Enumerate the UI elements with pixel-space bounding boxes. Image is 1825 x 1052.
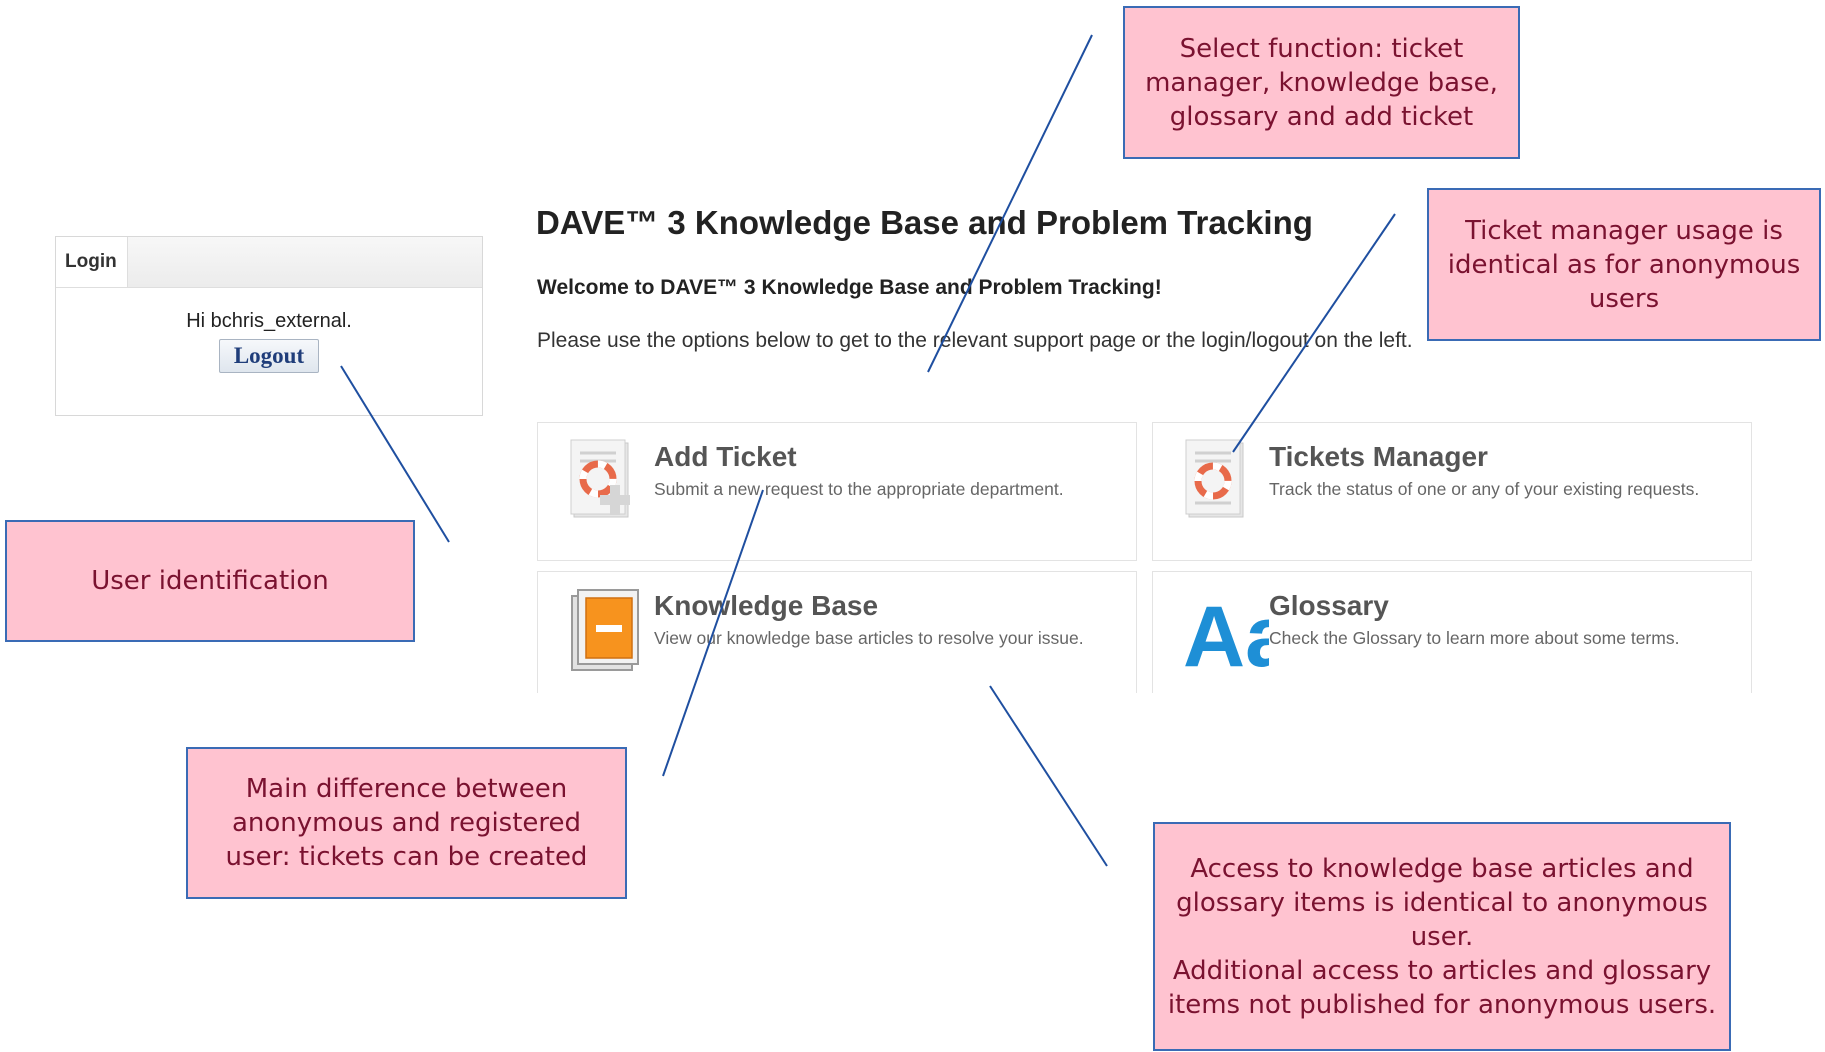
tickets-manager-card[interactable]: Tickets Manager Track the status of one … xyxy=(1152,422,1752,561)
add-ticket-description: Submit a new request to the appropriate … xyxy=(654,479,1064,499)
glossary-description: Check the Glossary to learn more about s… xyxy=(1269,628,1680,648)
page-title: DAVE™ 3 Knowledge Base and Problem Track… xyxy=(536,204,1313,241)
tickets-manager-description: Track the status of one or any of your e… xyxy=(1269,479,1700,499)
callout-access: Access to knowledge base articles and gl… xyxy=(1153,822,1731,1051)
callout-main-difference: Main difference between anonymous and re… xyxy=(186,747,627,899)
glossary-icon: Aa xyxy=(1183,588,1294,685)
tickets-manager-icon xyxy=(1183,439,1259,525)
callout-select-function: Select function: ticket manager, knowled… xyxy=(1123,6,1520,159)
user-greeting: Hi bchris_external. xyxy=(186,310,352,332)
svg-text:Aa: Aa xyxy=(1183,589,1269,674)
callout-user-identification: User identification xyxy=(5,520,415,642)
login-module: Login Hi bchris_external. Logout xyxy=(55,236,483,416)
login-tab[interactable]: Login xyxy=(56,237,128,287)
tickets-manager-title: Tickets Manager xyxy=(1269,441,1488,472)
glossary-card[interactable]: Aa Glossary Check the Glossary to learn … xyxy=(1152,571,1752,693)
callout-ticket-manager: Ticket manager usage is identical as for… xyxy=(1427,188,1821,341)
add-ticket-title: Add Ticket xyxy=(654,441,797,472)
instructions-text: Please use the options below to get to t… xyxy=(537,329,1413,352)
login-body: Hi bchris_external. Logout xyxy=(56,288,482,373)
knowledge-base-card[interactable]: Knowledge Base View our knowledge base a… xyxy=(537,571,1137,693)
welcome-text: Welcome to DAVE™ 3 Knowledge Base and Pr… xyxy=(537,276,1162,299)
logout-button[interactable]: Logout xyxy=(218,339,320,373)
leader-access xyxy=(989,685,1108,867)
login-header: Login xyxy=(56,237,482,288)
add-ticket-icon xyxy=(568,439,644,525)
glossary-title: Glossary xyxy=(1269,590,1389,621)
knowledge-base-icon xyxy=(568,588,644,674)
knowledge-base-title: Knowledge Base xyxy=(654,590,879,621)
knowledge-base-description: View our knowledge base articles to reso… xyxy=(654,628,1084,648)
add-ticket-card[interactable]: Add Ticket Submit a new request to the a… xyxy=(537,422,1137,561)
